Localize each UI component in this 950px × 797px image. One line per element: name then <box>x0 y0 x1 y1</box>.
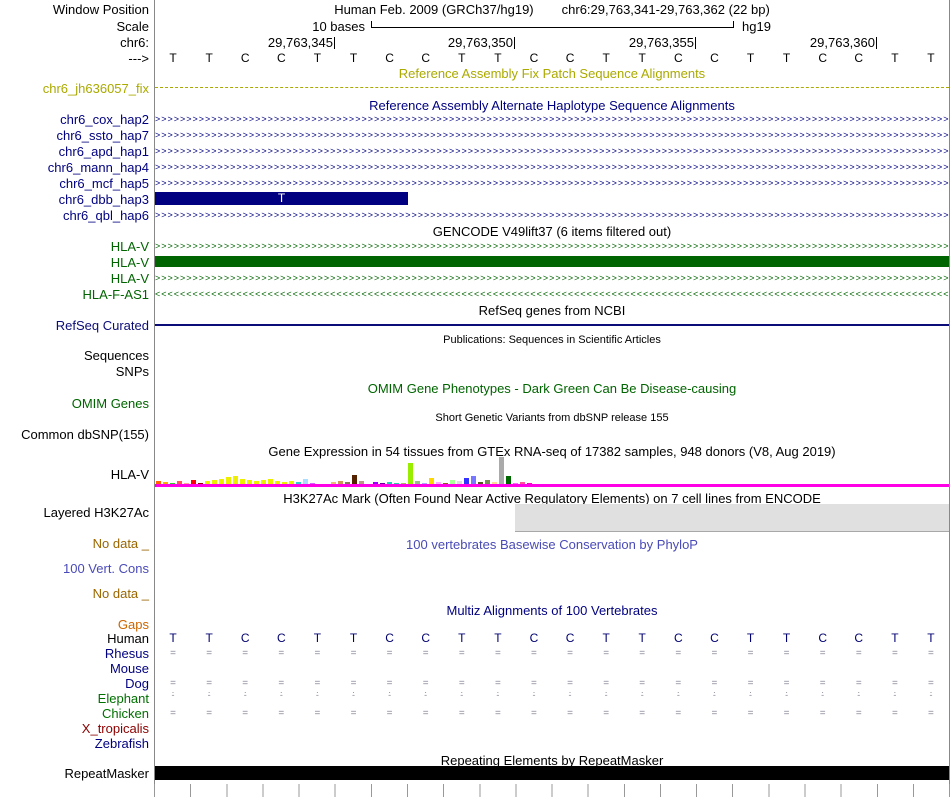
track-label-hla-v-2[interactable]: HLA-V <box>0 255 152 270</box>
scale-bar <box>371 21 734 28</box>
h3k27ac-no-data-label: No data _ <box>92 536 149 551</box>
tick-mark <box>695 37 696 49</box>
coordinate-tick-label: 29,763,350 <box>447 35 513 50</box>
track-label-ssto-hap7[interactable]: chr6_ssto_hap7 <box>0 128 152 143</box>
header-title-row: Human Feb. 2009 (GRCh37/hg19) chr6:29,76… <box>155 2 949 17</box>
track-title-alt-haplotypes: Reference Assembly Alternate Haplotype S… <box>369 98 735 113</box>
haplotype-alignment-ssto[interactable]: >>>>>>>>>>>>>>>>>>>>>>>>>>>>>>>>>>>>>>>>… <box>155 131 949 141</box>
assembly-label: hg19 <box>742 19 771 34</box>
haplotype-alignment-mcf[interactable]: >>>>>>>>>>>>>>>>>>>>>>>>>>>>>>>>>>>>>>>>… <box>155 179 949 189</box>
track-title-omim: OMIM Gene Phenotypes - Dark Green Can Be… <box>367 381 737 396</box>
multiz-human-sequence[interactable]: TTCCTTCCTTCCTTCCTTCCTT <box>155 631 949 645</box>
coordinate-tick-label: 29,763,360 <box>809 35 875 50</box>
track-label-cox-hap2[interactable]: chr6_cox_hap2 <box>0 112 152 127</box>
chrom-label: chr6: <box>120 35 149 50</box>
multiz-rhesus-marks[interactable]: = = = = = = = = = = = = = = = = = = = = = = <box>155 648 949 660</box>
track-title-fix-patch: Reference Assembly Fix Patch Sequence Al… <box>398 66 706 81</box>
haplotype-alignment-mann[interactable]: >>>>>>>>>>>>>>>>>>>>>>>>>>>>>>>>>>>>>>>>… <box>155 163 949 173</box>
track-label-refseq-curated[interactable]: RefSeq Curated <box>0 318 152 333</box>
fix-patch-alignment-line[interactable] <box>155 87 949 88</box>
strand-label: ---> <box>128 51 149 66</box>
track-label-sequences[interactable]: Sequences <box>0 348 152 363</box>
track-label-common-dbsnp[interactable]: Common dbSNP(155) <box>0 427 152 442</box>
conservation-no-data-label: No data _ <box>92 586 149 601</box>
gtex-bars[interactable] <box>156 456 950 485</box>
position-display: chr6:29,763,341-29,763,362 (22 bp) <box>561 2 770 17</box>
species-label-zebrafish[interactable]: Zebrafish <box>0 736 152 751</box>
coordinate-tick: 29,763,360 <box>759 35 877 50</box>
track-title-multiz: Multiz Alignments of 100 Vertebrates <box>446 603 658 618</box>
coordinate-tick-label: 29,763,355 <box>628 35 694 50</box>
tick-mark <box>876 37 877 49</box>
coordinate-tick: 29,763,350 <box>397 35 515 50</box>
track-label-layered-h3k27ac[interactable]: Layered H3K27Ac <box>0 505 152 520</box>
species-label-x-tropicalis[interactable]: X_tropicalis <box>0 721 152 736</box>
track-label-dbb-hap3[interactable]: chr6_dbb_hap3 <box>0 192 152 207</box>
track-label-omim-genes[interactable]: OMIM Genes <box>0 396 152 411</box>
window-position-label: Window Position <box>52 2 149 17</box>
track-label-100-vert-cons[interactable]: 100 Vert. Cons <box>0 561 152 576</box>
track-label-qbl-hap6[interactable]: chr6_qbl_hap6 <box>0 208 152 223</box>
track-label-repeatmasker[interactable]: RepeatMasker <box>0 766 152 781</box>
genome-browser-view: Window Position Human Feb. 2009 (GRCh37/… <box>0 0 950 797</box>
haplotype-alignment-apd[interactable]: >>>>>>>>>>>>>>>>>>>>>>>>>>>>>>>>>>>>>>>>… <box>155 147 949 157</box>
gene-hla-v-1[interactable]: >>>>>>>>>>>>>>>>>>>>>>>>>>>>>>>>>>>>>>>>… <box>155 242 949 252</box>
track-label-gtex-hla-v[interactable]: HLA-V <box>0 467 152 482</box>
reference-sequence-row[interactable]: TTCCTTCCTTCCTTCCTTCCTT <box>155 51 949 65</box>
gene-hla-v-3[interactable]: >>>>>>>>>>>>>>>>>>>>>>>>>>>>>>>>>>>>>>>>… <box>155 274 949 284</box>
haplotype-block-dbb[interactable]: T <box>155 192 408 205</box>
coordinate-tick: 29,763,345 <box>217 35 335 50</box>
h3k27ac-signal-region[interactable] <box>515 504 949 532</box>
haplotype-block-letter: T <box>277 191 286 205</box>
track-label-snps[interactable]: SNPs <box>0 364 152 379</box>
species-label-mouse[interactable]: Mouse <box>0 661 152 676</box>
multiz-chicken-marks[interactable]: = = = = = = = = = = = = = = = = = = = = = = <box>155 708 949 720</box>
multiz-elephant-marks[interactable]: .-.-.-.-.-.-.-.-.-.-.-.-.-.-.-.-.-.-.-.-… <box>155 686 949 700</box>
repeatmasker-element-bar[interactable] <box>155 766 949 780</box>
haplotype-alignment-qbl[interactable]: >>>>>>>>>>>>>>>>>>>>>>>>>>>>>>>>>>>>>>>>… <box>155 211 949 221</box>
track-title-publications: Publications: Sequences in Scientific Ar… <box>443 334 661 346</box>
species-label-human[interactable]: Human <box>0 631 152 646</box>
track-label-hla-f-as1[interactable]: HLA-F-AS1 <box>0 287 152 302</box>
tick-mark <box>334 37 335 49</box>
track-title-phylop: 100 vertebrates Basewise Conservation by… <box>406 537 698 552</box>
tick-mark <box>514 37 515 49</box>
track-title-dbsnp: Short Genetic Variants from dbSNP releas… <box>435 412 669 424</box>
track-label-apd-hap1[interactable]: chr6_apd_hap1 <box>0 144 152 159</box>
track-label-mcf-hap5[interactable]: chr6_mcf_hap5 <box>0 176 152 191</box>
species-label-rhesus[interactable]: Rhesus <box>0 646 152 661</box>
refseq-gene-line[interactable] <box>155 324 949 326</box>
track-label-fix-patch[interactable]: chr6_jh636057_fix <box>0 81 152 96</box>
track-label-gaps[interactable]: Gaps <box>0 617 152 632</box>
coordinate-tick: 29,763,355 <box>578 35 696 50</box>
gene-hla-v-exon-bar[interactable] <box>155 256 949 267</box>
track-label-hla-v-1[interactable]: HLA-V <box>0 239 152 254</box>
haplotype-alignment-cox[interactable]: >>>>>>>>>>>>>>>>>>>>>>>>>>>>>>>>>>>>>>>>… <box>155 115 949 125</box>
gtex-gene-model-line[interactable] <box>155 484 949 487</box>
scale-row-label: Scale <box>116 19 149 34</box>
track-label-hla-v-3[interactable]: HLA-V <box>0 271 152 286</box>
base-position-ruler[interactable] <box>154 784 950 797</box>
species-label-chicken[interactable]: Chicken <box>0 706 152 721</box>
track-label-mann-hap4[interactable]: chr6_mann_hap4 <box>0 160 152 175</box>
species-label-elephant[interactable]: Elephant <box>0 691 152 706</box>
coordinate-tick-label: 29,763,345 <box>267 35 333 50</box>
genome-title: Human Feb. 2009 (GRCh37/hg19) <box>334 2 534 17</box>
scale-bar-label: 10 bases <box>312 19 365 34</box>
species-label-dog[interactable]: Dog <box>0 676 152 691</box>
track-title-refseq: RefSeq genes from NCBI <box>478 303 626 318</box>
gene-hla-f-as1[interactable]: <<<<<<<<<<<<<<<<<<<<<<<<<<<<<<<<<<<<<<<<… <box>155 290 949 300</box>
track-title-gencode: GENCODE V49lift37 (6 items filtered out) <box>432 224 672 239</box>
